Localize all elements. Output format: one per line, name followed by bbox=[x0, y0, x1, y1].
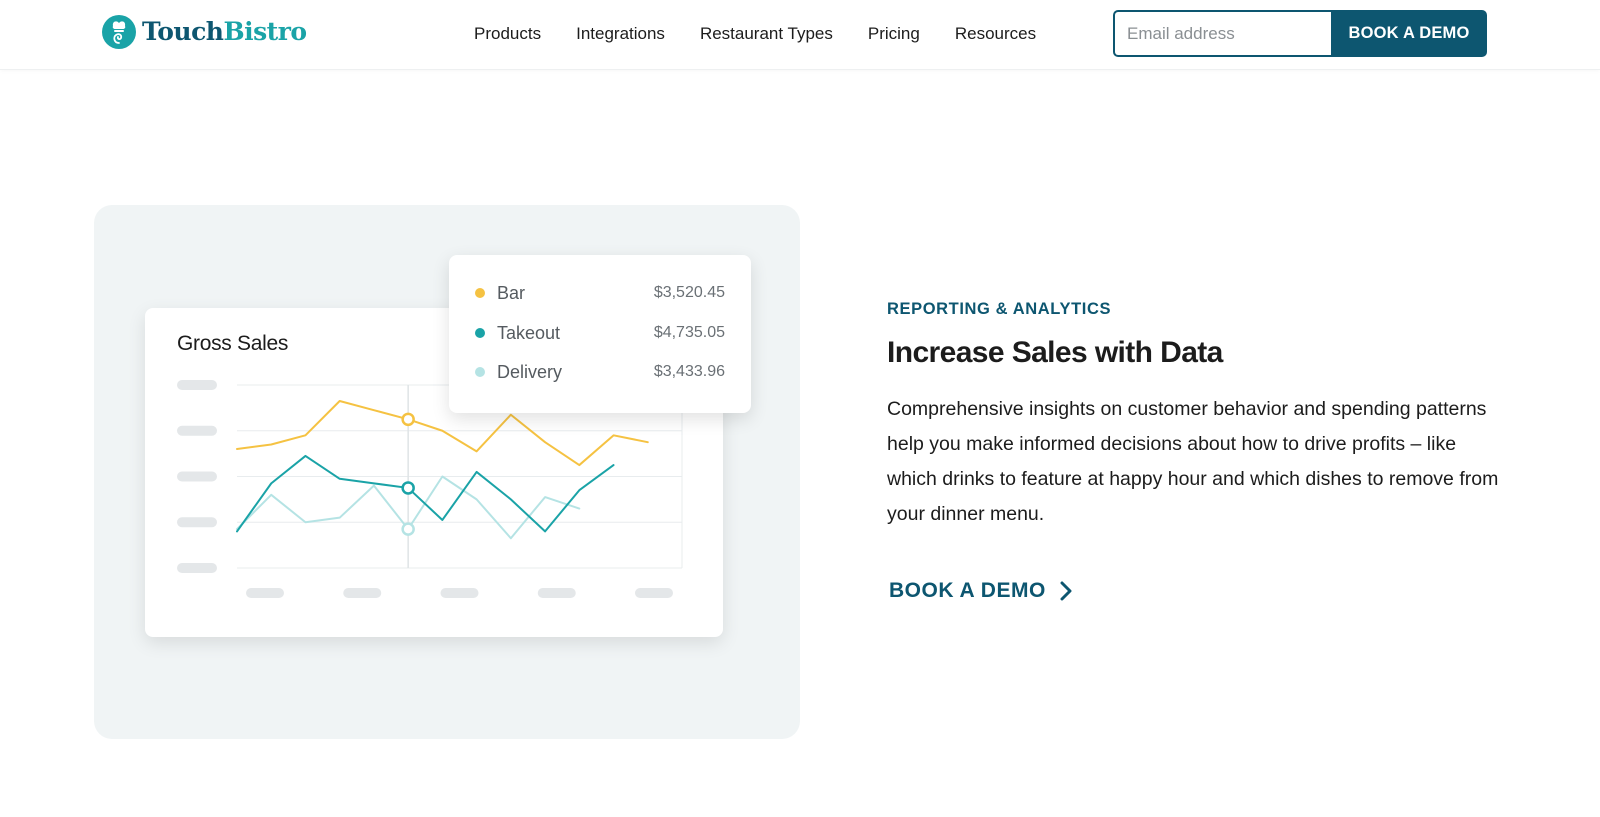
legend-name: Takeout bbox=[497, 322, 561, 343]
nav-item-products[interactable]: Products bbox=[474, 24, 541, 44]
series-line-takeout bbox=[236, 454, 615, 533]
x-tick-placeholder bbox=[537, 588, 576, 598]
chef-hat-swirl-icon bbox=[102, 15, 136, 49]
main-nav: Products Integrations Restaurant Types P… bbox=[474, 0, 1036, 68]
logo-wordmark-part1: Touch bbox=[142, 17, 224, 46]
email-input[interactable] bbox=[1113, 10, 1331, 57]
header-book-demo-button[interactable]: BOOK A DEMO bbox=[1331, 10, 1487, 57]
book-demo-link[interactable]: BOOK A DEMO bbox=[889, 579, 1072, 603]
legend-item-takeout: Takeout $4,735.05 bbox=[475, 321, 725, 345]
hover-point-delivery bbox=[401, 522, 415, 536]
site-header: TouchBistro Products Integrations Restau… bbox=[0, 0, 1600, 70]
section-headline: Increase Sales with Data bbox=[887, 336, 1223, 369]
legend-name: Bar bbox=[497, 282, 526, 303]
y-tick-placeholder bbox=[177, 425, 217, 436]
legend-dot-delivery bbox=[475, 367, 485, 377]
legend-value: $4,735.05 bbox=[653, 324, 725, 341]
legend-dot-takeout bbox=[475, 328, 485, 338]
y-tick-placeholder bbox=[177, 380, 217, 390]
y-tick-placeholder bbox=[177, 563, 217, 573]
nav-item-resources[interactable]: Resources bbox=[955, 24, 1036, 44]
x-tick-placeholder bbox=[635, 588, 673, 598]
legend-card: Bar $3,520.45 Takeout $4,735.05 Delivery… bbox=[449, 255, 751, 413]
x-tick-placeholder bbox=[440, 588, 479, 598]
y-tick-placeholder bbox=[177, 471, 217, 482]
nav-item-pricing[interactable]: Pricing bbox=[868, 24, 920, 44]
x-tick-placeholder bbox=[343, 588, 382, 598]
legend-value: $3,520.45 bbox=[653, 284, 725, 301]
nav-item-restaurant-types[interactable]: Restaurant Types bbox=[700, 24, 833, 44]
legend-dot-bar bbox=[475, 288, 485, 298]
x-tick-placeholder bbox=[246, 588, 284, 598]
section-body: Comprehensive insights on customer behav… bbox=[887, 398, 1499, 525]
touchbistro-logo[interactable]: TouchBistro bbox=[102, 15, 307, 49]
chevron-right-icon bbox=[1060, 581, 1072, 601]
legend-item-delivery: Delivery $3,433.96 bbox=[475, 360, 725, 384]
section-eyebrow: REPORTING & ANALYTICS bbox=[887, 300, 1112, 318]
legend-name: Delivery bbox=[497, 361, 563, 382]
book-demo-link-label: BOOK A DEMO bbox=[889, 579, 1046, 602]
logo-wordmark: TouchBistro bbox=[142, 15, 307, 49]
nav-item-integrations[interactable]: Integrations bbox=[576, 24, 665, 44]
legend-item-bar: Bar $3,520.45 bbox=[475, 281, 725, 305]
y-tick-placeholder bbox=[177, 517, 217, 528]
logo-wordmark-part2: Bistro bbox=[223, 17, 307, 46]
hover-point-bar bbox=[401, 412, 415, 427]
hover-point-takeout bbox=[401, 481, 415, 495]
legend-value: $3,433.96 bbox=[653, 363, 725, 380]
